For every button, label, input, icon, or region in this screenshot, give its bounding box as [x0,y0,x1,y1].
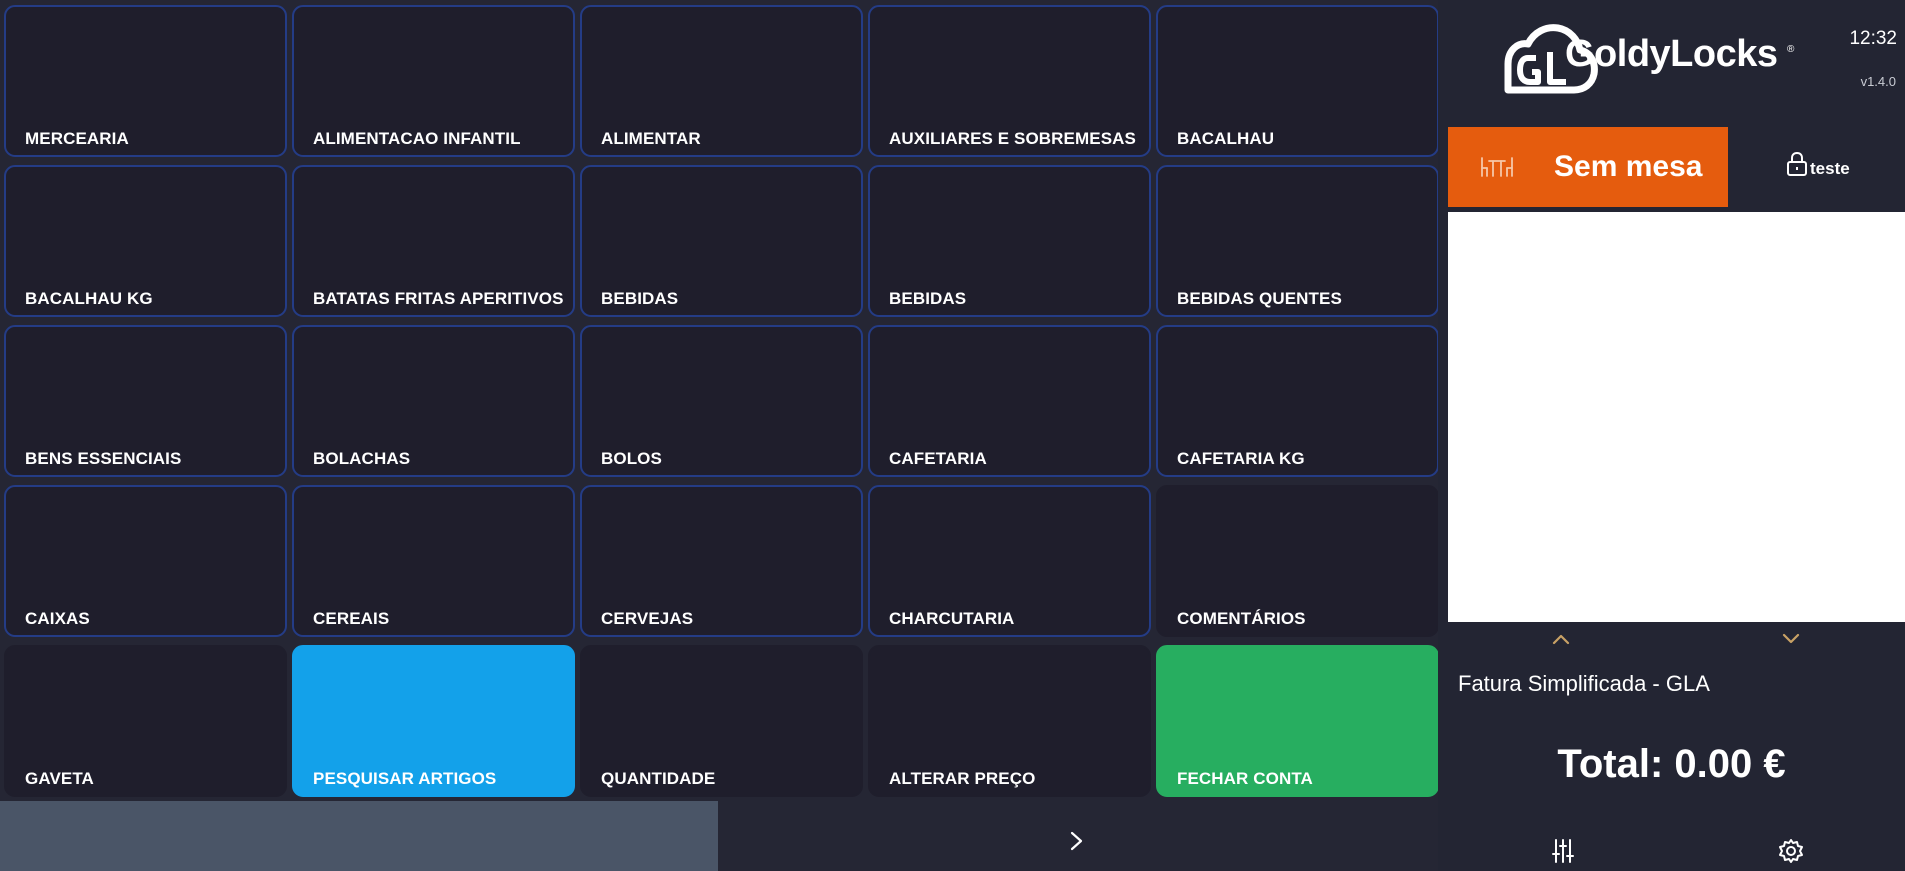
tile-label: BEBIDAS [601,289,679,308]
order-total: Total: 0.00 € [1557,742,1786,786]
tile-bacalhau[interactable]: BACALHAU [1156,5,1439,157]
tile-label: BACALHAU [1177,129,1275,148]
tile-caixas[interactable]: CAIXAS [4,485,287,637]
order-panel: GoldyLocks ® 12:32 v1.4.0 Sem mesa teste… [1438,0,1905,871]
tile-cafetaria-kg[interactable]: CAFETARIA KG [1156,325,1439,477]
adjustments-button[interactable] [1550,838,1576,864]
bottom-bar [0,801,1438,871]
tile-quantidade[interactable]: QUANTIDADE [580,645,863,797]
user-lock-button[interactable]: teste [1738,127,1898,207]
tile-cafetaria[interactable]: CAFETARIA [868,325,1151,477]
tile-label: CAIXAS [25,609,90,628]
logo-registered-mark: ® [1787,44,1795,55]
chevron-up-icon [1552,634,1570,645]
tile-comentarios[interactable]: COMENTÁRIOS [1156,485,1439,637]
tile-mercearia[interactable]: MERCEARIA [4,5,287,157]
tile-alterar-preco[interactable]: ALTERAR PREÇO [868,645,1151,797]
category-grid: MERCEARIA ALIMENTACAO INFANTIL ALIMENTAR AU… [0,0,1439,800]
tile-label: BOLOS [601,449,662,468]
tile-bacalhau-kg[interactable]: BACALHAU KG [4,165,287,317]
table-chairs-icon [1481,157,1513,177]
tile-bolos[interactable]: BOLOS [580,325,863,477]
tile-label: BENS ESSENCIAIS [25,449,182,468]
tile-bebidas[interactable]: BEBIDAS [868,165,1151,317]
tile-charcutaria[interactable]: CHARCUTARIA [868,485,1151,637]
tile-alimentacao-infantil[interactable]: ALIMENTACAO INFANTIL [292,5,575,157]
scroll-up-button[interactable] [1550,632,1572,646]
table-button-label: Sem mesa [1554,150,1703,183]
table-select-button[interactable]: Sem mesa [1448,127,1728,207]
tile-label: CHARCUTARIA [889,609,1015,628]
tile-label: CAFETARIA KG [1177,449,1305,468]
tile-alimentar[interactable]: ALIMENTAR [580,5,863,157]
tile-label: BEBIDAS [889,289,967,308]
tile-label: AUXILIARES E SOBREMESAS [889,129,1136,148]
tile-label: FECHAR CONTA [1177,769,1313,788]
tile-label: MERCEARIA [25,129,129,148]
tile-gaveta[interactable]: GAVETA [4,645,287,797]
tile-bebidas-quentes[interactable]: BEBIDAS QUENTES [1156,165,1439,317]
tile-label: PESQUISAR ARTIGOS [313,769,497,788]
document-type: Fatura Simplificada - GLA [1458,671,1710,696]
tile-label: ALTERAR PREÇO [889,769,1036,788]
tile-label: COMENTÁRIOS [1177,609,1306,628]
scroll-down-button[interactable] [1780,632,1802,646]
tile-label: CERVEJAS [601,609,694,628]
tile-cereais[interactable]: CEREAIS [292,485,575,637]
tile-cervejas[interactable]: CERVEJAS [580,485,863,637]
gear-icon [1779,839,1803,863]
tile-auxiliares-e-sobremesas[interactable]: AUXILIARES E SOBREMESAS [868,5,1151,157]
tile-fechar-conta[interactable]: FECHAR CONTA [1156,645,1439,797]
tile-label: BATATAS FRITAS APERITIVOS [313,289,564,308]
bottom-bar-left [0,801,718,871]
tile-bens-essenciais[interactable]: BENS ESSENCIAIS [4,325,287,477]
tile-label: ALIMENTACAO INFANTIL [313,129,521,148]
tile-batatas-fritas-aperitivos[interactable]: BATATAS FRITAS APERITIVOS [292,165,575,317]
tile-label: BOLACHAS [313,449,411,468]
tile-label: CEREAIS [313,609,390,628]
logo-text: GoldyLocks [1565,33,1778,75]
chevron-right-icon [1070,831,1083,851]
clock: 12:32 [1849,28,1897,49]
app-version: v1.4.0 [1860,74,1896,89]
tile-label: CAFETARIA [889,449,987,468]
tile-bebidas[interactable]: BEBIDAS [580,165,863,317]
user-name: teste [1810,159,1850,178]
next-page-button[interactable] [1062,821,1092,861]
lock-icon [1787,151,1807,176]
tile-label: QUANTIDADE [601,769,716,788]
tile-pesquisar-artigos[interactable]: PESQUISAR ARTIGOS [292,645,575,797]
sliders-icon [1552,839,1574,863]
settings-button[interactable] [1778,838,1804,864]
tile-bolachas[interactable]: BOLACHAS [292,325,575,477]
tile-label: BACALHAU KG [25,289,153,308]
tile-label: BEBIDAS QUENTES [1177,289,1342,308]
tile-label: GAVETA [25,769,94,788]
tile-label: ALIMENTAR [601,129,701,148]
chevron-down-icon [1782,633,1800,644]
order-lines-list[interactable] [1448,212,1905,622]
